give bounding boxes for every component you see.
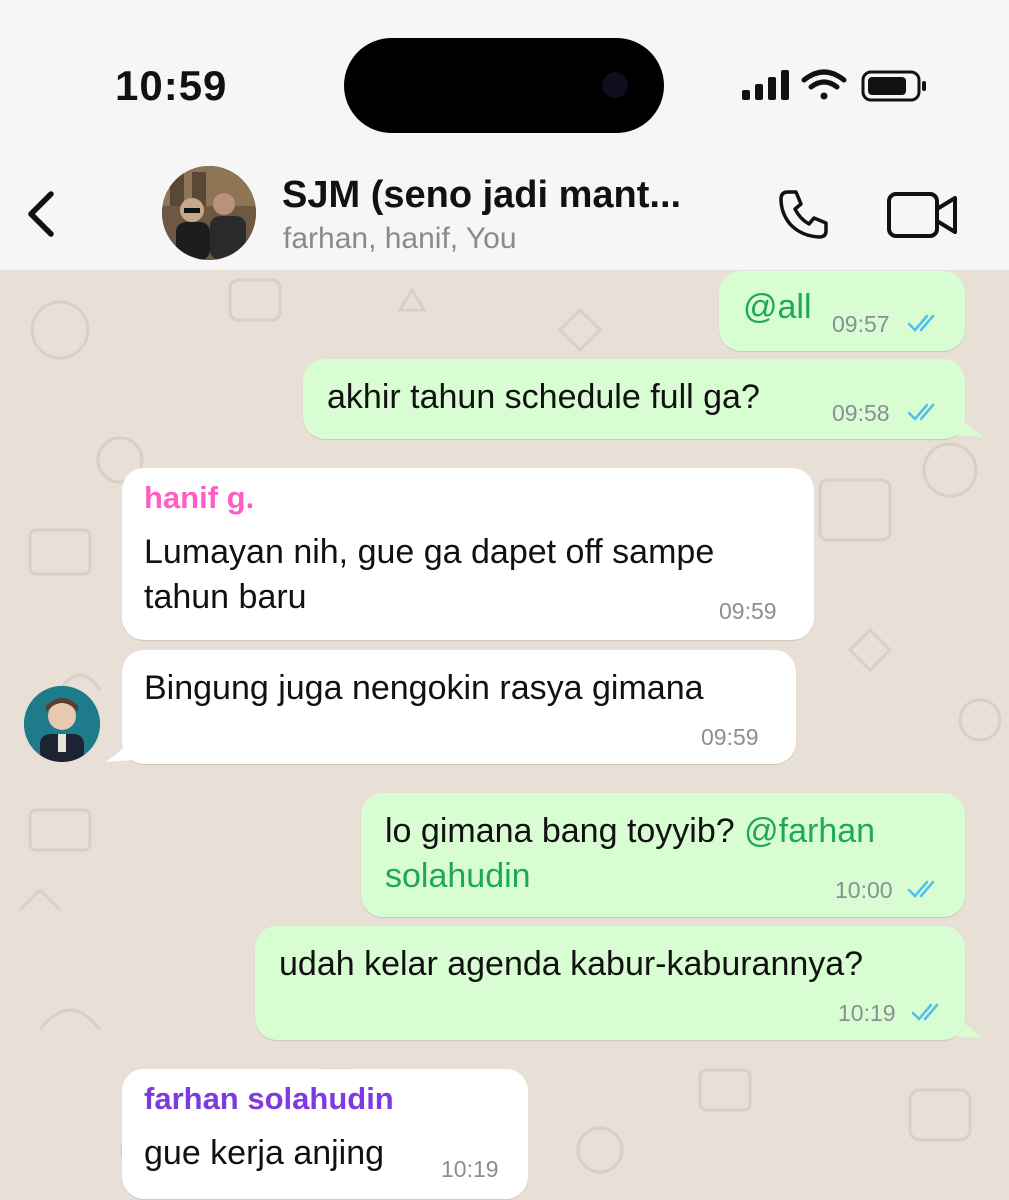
message-text-plain: lo gimana bang toyyib? [385, 812, 745, 850]
bubble-tail [955, 1016, 983, 1038]
message-text: udah kelar agenda kabur-kaburannya? [279, 945, 864, 983]
message-bubble-outgoing[interactable]: udah kelar agenda kabur-kaburannya? 10:1… [255, 926, 965, 1040]
camera-dot [602, 72, 628, 98]
signal-icon [742, 70, 789, 100]
message-text: akhir tahun schedule full ga? [327, 378, 760, 416]
message-mention[interactable]: solahudin [385, 854, 531, 899]
message-time: 09:58 [832, 400, 890, 426]
status-bar: 10:59 [0, 0, 1009, 150]
message-time: 09:57 [832, 311, 890, 337]
sender-name[interactable]: farhan solahudin [144, 1081, 394, 1117]
message-bubble-incoming[interactable]: Bingung juga nengokin rasya gimana 09:59 [122, 650, 796, 764]
message-mention[interactable]: @farhan [744, 812, 875, 850]
sender-avatar[interactable] [24, 686, 100, 762]
message-mention[interactable]: @all [743, 285, 812, 330]
message-bubble-outgoing[interactable]: lo gimana bang toyyib? @farhan solahudin… [361, 793, 965, 917]
message-time: 09:59 [701, 724, 759, 750]
battery-icon [861, 70, 926, 102]
back-chevron-icon[interactable] [24, 190, 58, 243]
phone-icon[interactable] [776, 186, 832, 247]
message-text: Lumayan nih, gue ga dapet off sampe [144, 533, 715, 571]
message-time: 09:59 [719, 598, 777, 624]
message-text: tahun baru [144, 578, 307, 616]
sender-name[interactable]: hanif g. [144, 480, 254, 516]
double-check-icon [907, 880, 935, 898]
message-time: 10:00 [835, 877, 893, 903]
double-check-icon [911, 1003, 939, 1021]
double-check-icon [907, 403, 935, 421]
video-camera-icon[interactable] [886, 190, 960, 245]
group-avatar[interactable] [162, 166, 256, 260]
message-bubble-incoming[interactable]: farhan solahudin gue kerja anjing 10:19 [122, 1069, 528, 1199]
message-time: 10:19 [441, 1156, 499, 1182]
message-time: 10:19 [838, 1000, 896, 1026]
dynamic-island [344, 38, 664, 133]
message-text: lo gimana bang toyyib? @farhan [385, 809, 875, 854]
bubble-tail [106, 740, 134, 762]
bubble-tail [955, 415, 983, 437]
message-bubble-outgoing[interactable]: akhir tahun schedule full ga? 09:58 [303, 359, 965, 439]
message-text: gue kerja anjing [144, 1134, 385, 1172]
double-check-icon [907, 314, 935, 332]
chat-area[interactable]: @all 09:57 akhir tahun schedule full ga?… [0, 270, 1009, 1200]
chat-header: SJM (seno jadi mant... farhan, hanif, Yo… [0, 150, 1009, 270]
wifi-icon [801, 69, 847, 100]
chat-participants[interactable]: farhan, hanif, You [283, 222, 517, 256]
status-time: 10:59 [115, 62, 228, 109]
chat-title[interactable]: SJM (seno jadi mant... [282, 174, 681, 217]
message-text: Bingung juga nengokin rasya gimana [144, 669, 704, 707]
message-bubble-outgoing[interactable]: @all 09:57 [719, 271, 965, 351]
message-bubble-incoming[interactable]: hanif g. Lumayan nih, gue ga dapet off s… [122, 468, 814, 640]
status-icons [742, 68, 932, 109]
